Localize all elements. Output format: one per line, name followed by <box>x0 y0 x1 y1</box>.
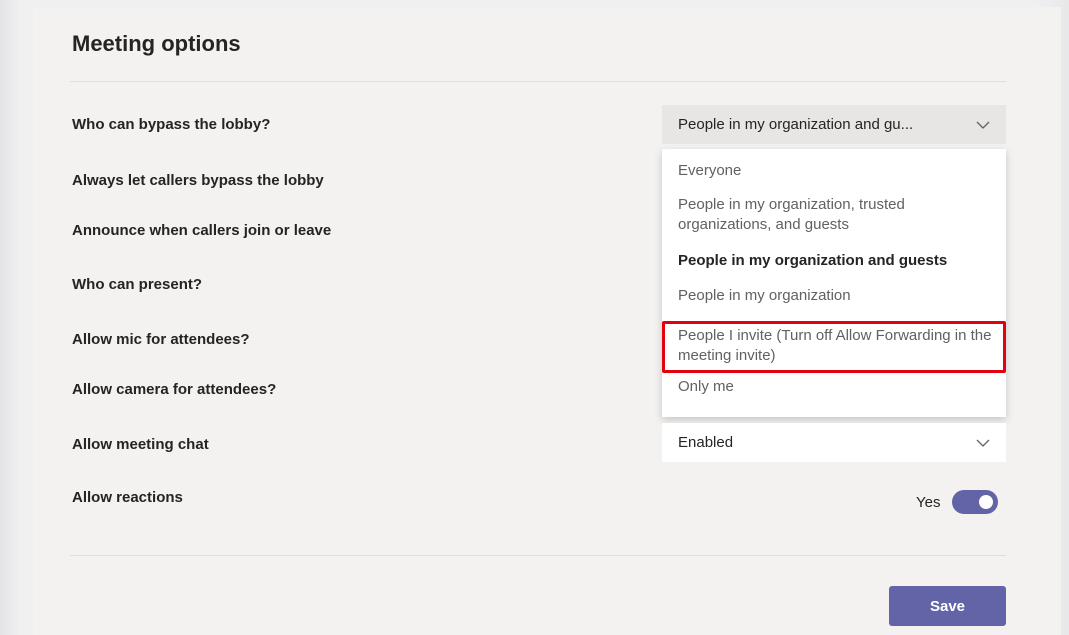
option-label-allow-camera: Allow camera for attendees? <box>72 381 277 398</box>
dropdown-option-org-trusted-guests[interactable]: People in my organization, trusted organ… <box>678 195 998 235</box>
reactions-toggle-label: Yes <box>916 493 941 511</box>
option-label-callers-bypass: Always let callers bypass the lobby <box>72 172 324 189</box>
option-label-bypass-lobby: Who can bypass the lobby? <box>72 116 271 133</box>
page-title: Meeting options <box>72 31 241 56</box>
dropdown-option-everyone[interactable]: Everyone <box>678 161 998 181</box>
footer-divider <box>70 555 1006 556</box>
save-button[interactable]: Save <box>889 586 1006 626</box>
option-label-who-can-present: Who can present? <box>72 276 203 293</box>
meeting-options-panel: Meeting options Who can bypass the lobby… <box>33 7 1061 635</box>
dropdown-option-org-and-guests[interactable]: People in my organization and guests <box>678 251 998 271</box>
option-label-reactions: Allow reactions <box>72 489 183 506</box>
header-divider <box>70 81 1006 82</box>
bypass-lobby-select-value: People in my organization and gu... <box>678 116 914 133</box>
chevron-down-icon <box>976 118 990 132</box>
meeting-chat-select-value: Enabled <box>678 434 734 451</box>
option-label-announce-callers: Announce when callers join or leave <box>72 222 332 239</box>
option-label-meeting-chat: Allow meeting chat <box>72 436 209 453</box>
dropdown-option-my-organization[interactable]: People in my organization <box>678 286 998 306</box>
dropdown-option-only-me[interactable]: Only me <box>678 377 998 397</box>
reactions-toggle[interactable] <box>952 490 999 514</box>
option-label-allow-mic: Allow mic for attendees? <box>72 331 250 348</box>
chevron-down-icon <box>976 436 990 450</box>
bypass-lobby-dropdown: Everyone People in my organization, trus… <box>662 149 1006 417</box>
dropdown-option-people-i-invite[interactable]: People I invite (Turn off Allow Forwardi… <box>678 326 998 366</box>
meeting-chat-select[interactable]: Enabled <box>662 423 1006 462</box>
toggle-knob <box>979 495 994 509</box>
bypass-lobby-select[interactable]: People in my organization and gu... <box>662 105 1006 144</box>
reactions-toggle-group: Yes <box>916 490 999 514</box>
